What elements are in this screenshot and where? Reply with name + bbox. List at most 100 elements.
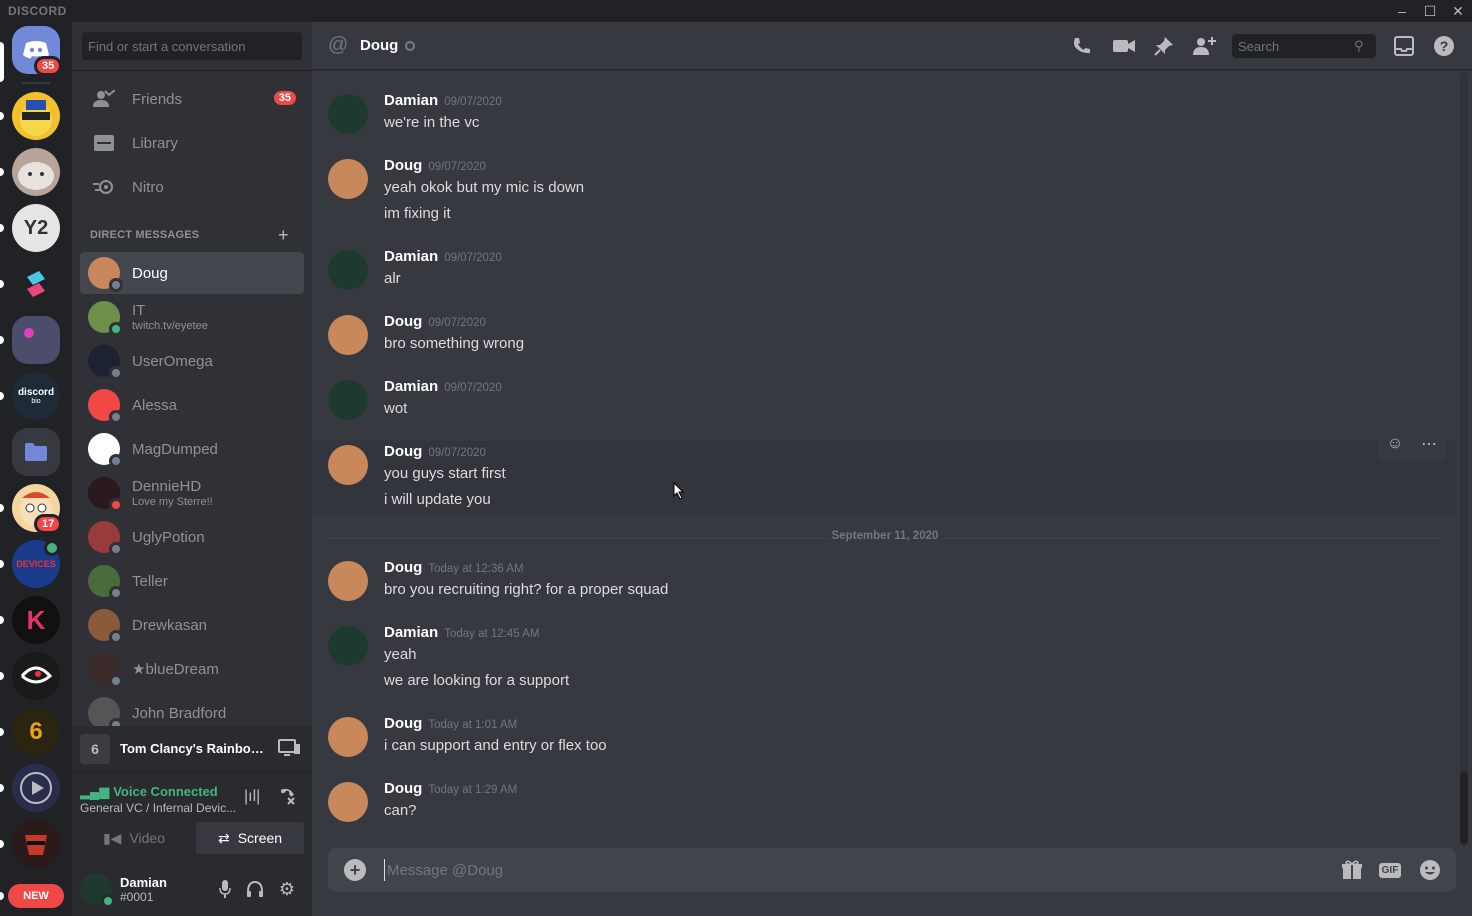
message-avatar[interactable] xyxy=(328,445,368,485)
microphone-icon[interactable] xyxy=(214,878,236,900)
server-icon-2[interactable] xyxy=(12,148,60,196)
dm-item[interactable]: MagDumped xyxy=(80,428,304,470)
message-avatar[interactable] xyxy=(328,561,368,601)
message-author-name[interactable]: Damian xyxy=(384,92,438,109)
message-author-name[interactable]: Damian xyxy=(384,378,438,395)
nav-nitro[interactable]: Nitro xyxy=(80,166,304,208)
find-conversation-input[interactable] xyxy=(82,32,302,60)
screen-share-button[interactable]: ⇄ Screen xyxy=(196,822,304,854)
message[interactable]: Doug Today at 1:29 AM can? xyxy=(312,778,1456,826)
emoji-icon[interactable] xyxy=(1418,858,1442,882)
inbox-icon[interactable] xyxy=(1392,34,1416,58)
message-author[interactable]: Doug Today at 1:29 AM xyxy=(384,780,517,797)
voice-channel-label[interactable]: General VC / Infernal Devic... xyxy=(80,801,236,815)
message-author-name[interactable]: Damian xyxy=(384,248,438,265)
message[interactable]: Damian 09/07/2020 we're in the vc xyxy=(312,90,1456,138)
upload-plus-icon[interactable]: + xyxy=(344,859,366,881)
message-author-name[interactable]: Doug xyxy=(384,313,422,330)
message[interactable]: Doug 09/07/2020 you guys start first i will… xyxy=(312,428,1456,515)
server-icon-3[interactable]: Y2 xyxy=(12,204,60,252)
voice-call-icon[interactable] xyxy=(1070,34,1094,58)
disconnect-icon[interactable] xyxy=(276,786,296,811)
message-author-name[interactable]: Doug xyxy=(384,443,422,460)
activity-panel[interactable]: 6 Tom Clancy's Rainbow Six Siege xyxy=(72,726,312,772)
more-options-icon[interactable]: ⋯ xyxy=(1421,434,1437,454)
pin-icon[interactable] xyxy=(1152,34,1176,58)
scrollbar[interactable] xyxy=(1460,72,1468,846)
dm-item[interactable]: Teller xyxy=(80,560,304,602)
message[interactable]: Doug Today at 1:01 AM i can support and en… xyxy=(312,713,1456,761)
dm-item[interactable]: Doug xyxy=(80,252,304,294)
message-avatar[interactable] xyxy=(328,782,368,822)
dm-sidebar: Friends 35 Library Nitro DIRECT MESSAGES… xyxy=(72,22,312,916)
dm-item[interactable]: UglyPotion xyxy=(80,516,304,558)
message-author[interactable]: Doug Today at 1:01 AM xyxy=(384,715,517,732)
add-reaction-icon[interactable]: ☺ xyxy=(1387,435,1403,453)
message-author[interactable]: Doug 09/07/2020 xyxy=(384,443,486,460)
voice-connected-status[interactable]: ▂▄▆ Voice Connected xyxy=(80,784,218,800)
video-call-icon[interactable] xyxy=(1112,34,1136,58)
message-avatar[interactable] xyxy=(328,380,368,420)
message-text: yeah xyxy=(384,646,417,663)
message[interactable]: Doug Today at 12:36 AM bro you recruiting … xyxy=(312,557,1456,605)
message-input[interactable] xyxy=(384,859,1284,881)
server-icon-5[interactable] xyxy=(12,316,60,364)
gif-icon[interactable]: GIF xyxy=(1378,858,1402,882)
message-author[interactable]: Doug 09/07/2020 xyxy=(384,313,486,330)
server-icon-12[interactable] xyxy=(12,820,60,868)
message-author-name[interactable]: Doug xyxy=(384,559,422,576)
server-icon-8[interactable]: K xyxy=(12,596,60,644)
message[interactable]: Damian 09/07/2020 wot xyxy=(312,376,1456,424)
add-friend-icon[interactable] xyxy=(1192,34,1216,58)
noise-suppression-icon[interactable]: |ıl| xyxy=(244,788,260,806)
nav-friends[interactable]: Friends 35 xyxy=(80,78,304,120)
dm-item[interactable]: ★blueDream xyxy=(80,648,304,690)
dm-item[interactable]: Drewkasan xyxy=(80,604,304,646)
message-avatar[interactable] xyxy=(328,94,368,134)
message-author[interactable]: Damian 09/07/2020 xyxy=(384,378,502,395)
user-avatar[interactable] xyxy=(80,873,115,908)
server-icon-11[interactable] xyxy=(12,764,60,812)
stream-game-icon[interactable] xyxy=(278,738,300,763)
message-author[interactable]: Damian Today at 12:45 AM xyxy=(384,624,539,641)
message-avatar[interactable] xyxy=(328,250,368,290)
message[interactable]: Doug 09/07/2020 bro something wrong xyxy=(312,311,1456,359)
headphones-icon[interactable] xyxy=(244,878,266,900)
message-author-name[interactable]: Doug xyxy=(384,715,422,732)
dm-item[interactable]: DennieHD Love my Sterre!! xyxy=(80,472,304,514)
create-dm-icon[interactable]: + xyxy=(278,225,289,246)
message-author[interactable]: Damian 09/07/2020 xyxy=(384,92,502,109)
dm-item[interactable]: UserOmega xyxy=(80,340,304,382)
settings-gear-icon[interactable]: ⚙ xyxy=(276,878,298,900)
nav-library[interactable]: Library xyxy=(80,122,304,164)
server-icon-4[interactable] xyxy=(12,260,60,308)
maximize-icon[interactable]: ☐ xyxy=(1416,0,1444,22)
video-button[interactable]: ▮◀ Video xyxy=(80,822,188,854)
server-folder[interactable] xyxy=(12,428,60,476)
gift-icon[interactable] xyxy=(1340,858,1364,882)
message-avatar[interactable] xyxy=(328,159,368,199)
message[interactable]: Damian 09/07/2020 alr xyxy=(312,246,1456,294)
message-author-name[interactable]: Damian xyxy=(384,624,438,641)
scrollbar-thumb[interactable] xyxy=(1460,772,1468,844)
minimize-icon[interactable]: – xyxy=(1388,0,1416,22)
message-avatar[interactable] xyxy=(328,315,368,355)
dm-item[interactable]: IT twitch.tv/eyetee xyxy=(80,296,304,338)
server-icon-1[interactable] xyxy=(12,92,60,140)
server-icon-discord-bio[interactable]: discord bio xyxy=(12,372,60,420)
help-icon[interactable]: ? xyxy=(1432,34,1456,58)
message-avatar[interactable] xyxy=(328,717,368,757)
dm-item[interactable]: Alessa xyxy=(80,384,304,426)
message-author-name[interactable]: Doug xyxy=(384,780,422,797)
message[interactable]: Damian Today at 12:45 AM yeah we are lookin… xyxy=(312,622,1456,696)
message-author[interactable]: Damian 09/07/2020 xyxy=(384,248,502,265)
message-author[interactable]: Doug Today at 12:36 AM xyxy=(384,559,524,576)
server-icon-9[interactable] xyxy=(12,652,60,700)
message-author[interactable]: Doug 09/07/2020 xyxy=(384,157,486,174)
message-avatar[interactable] xyxy=(328,626,368,666)
message-author-name[interactable]: Doug xyxy=(384,157,422,174)
message[interactable]: Doug 09/07/2020 yeah okok but my mic is do… xyxy=(312,155,1456,229)
close-icon[interactable]: ✕ xyxy=(1444,0,1472,22)
new-badge[interactable]: NEW xyxy=(8,884,64,908)
server-icon-10[interactable]: 6 xyxy=(12,708,60,756)
